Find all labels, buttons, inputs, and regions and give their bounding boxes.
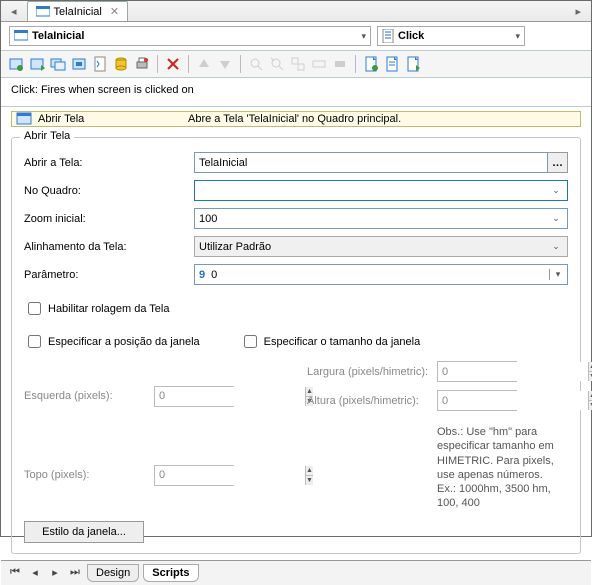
group-legend: Abrir Tela (20, 130, 74, 142)
tool-script[interactable] (91, 55, 109, 73)
target-selector[interactable]: TelaInicial ▾ (9, 26, 371, 46)
editor-tab-label: TelaInicial (54, 6, 102, 18)
tool-print[interactable] (133, 55, 151, 73)
check-size-label: Especificar o tamanho da janela (264, 336, 421, 348)
action-row[interactable]: Abrir Tela Abre a Tela 'TelaInicial' no … (11, 111, 581, 127)
check-position[interactable] (28, 335, 41, 348)
label-height: Altura (pixels/himetric): (307, 395, 437, 407)
action-desc: Abre a Tela 'TelaInicial' no Quadro prin… (186, 113, 580, 125)
label-abrir: Abrir a Tela: (24, 157, 194, 169)
target-selector-label: TelaInicial (32, 30, 84, 42)
tool-group-b (310, 55, 328, 73)
tool-insert-2[interactable] (28, 55, 46, 73)
tool-tag (331, 55, 349, 73)
label-quadro: No Quadro: (24, 185, 194, 197)
tool-find-a (247, 55, 265, 73)
label-parametro: Parâmetro: (24, 269, 194, 281)
check-position-label: Especificar a posição da janela (48, 336, 200, 348)
chevron-down-icon: ▾ (361, 31, 366, 42)
spin-top[interactable]: ▲▼ (154, 465, 234, 486)
event-selector[interactable]: Click ▾ (377, 26, 525, 46)
action-toolbar (1, 51, 591, 78)
tool-group-a (289, 55, 307, 73)
select-zoom[interactable]: 100 ⌄ (194, 208, 568, 229)
nav-next-icon[interactable]: ▸ (571, 5, 585, 18)
tool-find-b (268, 55, 286, 73)
tool-move-down (216, 55, 234, 73)
nav-prev-icon[interactable]: ◂ (7, 5, 21, 18)
input-parametro[interactable]: 9 0 ▾ (194, 264, 568, 285)
label-left: Esquerda (pixels): (24, 390, 154, 402)
check-size[interactable] (244, 335, 257, 348)
himetric-note: Obs.: Use "hm" para especificar tamanho … (437, 425, 568, 511)
nav-last-icon[interactable]: ⏭ (67, 565, 83, 581)
label-width: Largura (pixels/himetric): (307, 366, 437, 378)
tool-doc-2[interactable] (383, 55, 401, 73)
spin-height[interactable]: ▲▼ (437, 390, 517, 411)
script-icon (382, 29, 394, 43)
action-parameters-group: Abrir Tela Abrir a Tela: … No Quadro: ⌄ … (11, 137, 581, 554)
screen-icon (36, 6, 50, 18)
spin-left[interactable]: ▲▼ (154, 386, 234, 407)
label-top: Topo (pixels): (24, 469, 154, 481)
nav-next-icon[interactable]: ▸ (47, 565, 63, 581)
tool-doc-1[interactable] (362, 55, 380, 73)
check-scroll[interactable] (28, 302, 41, 315)
tool-delete[interactable] (164, 55, 182, 73)
label-zoom: Zoom inicial: (24, 213, 194, 225)
browse-button[interactable]: … (548, 152, 568, 173)
chevron-down-icon: ⌄ (549, 241, 563, 252)
chevron-down-icon: ▾ (549, 269, 563, 280)
editor-tab[interactable]: TelaInicial ✕ (27, 1, 129, 21)
close-icon[interactable]: ✕ (110, 5, 119, 18)
tool-move-up (195, 55, 213, 73)
chevron-down-icon: ⌄ (549, 213, 563, 224)
nav-first-icon[interactable]: ⏮ (7, 565, 23, 581)
input-abrir[interactable] (194, 152, 548, 173)
event-description: Click: Fires when screen is clicked on (1, 78, 591, 107)
tool-insert-1[interactable] (7, 55, 25, 73)
tool-doc-3[interactable] (404, 55, 422, 73)
nav-prev-icon[interactable]: ◂ (27, 565, 43, 581)
label-alinhamento: Alinhamento da Tela: (24, 241, 194, 253)
event-selector-label: Click (398, 30, 424, 42)
tool-insert-3[interactable] (49, 55, 67, 73)
tab-scripts[interactable]: Scripts (143, 564, 198, 582)
chevron-down-icon: ⌄ (549, 185, 563, 196)
open-screen-icon (16, 112, 32, 126)
tool-db[interactable] (112, 55, 130, 73)
check-scroll-label: Habilitar rolagem da Tela (48, 303, 169, 315)
select-quadro[interactable]: ⌄ (194, 180, 568, 201)
select-alinhamento[interactable]: Utilizar Padrão ⌄ (194, 236, 568, 257)
action-name: Abrir Tela (36, 113, 186, 125)
window-style-button[interactable]: Estilo da janela... (24, 521, 144, 543)
screen-icon (14, 30, 28, 42)
spin-width[interactable]: ▲▼ (437, 361, 517, 382)
chevron-down-icon: ▾ (515, 31, 520, 42)
tool-insert-4[interactable] (70, 55, 88, 73)
tab-design[interactable]: Design (87, 564, 139, 582)
